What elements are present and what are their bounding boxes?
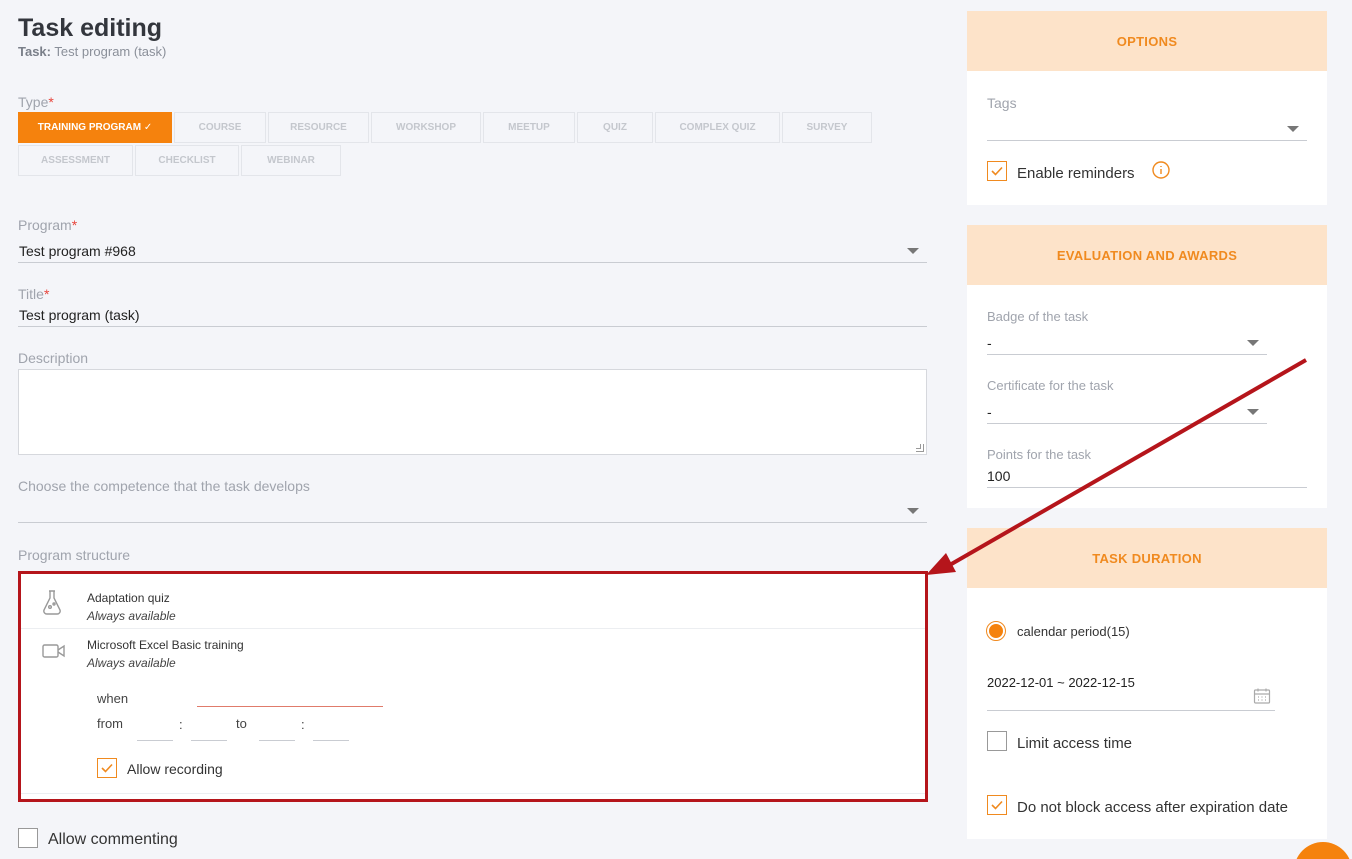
page-title: Task editing [18, 14, 163, 42]
allow-commenting-checkbox[interactable] [18, 828, 38, 848]
title-value: Test program (task) [19, 306, 140, 323]
type-workshop-button[interactable]: WORKSHOP [371, 112, 481, 143]
radio-dot [989, 624, 1003, 638]
points-label: Points for the task [987, 447, 1092, 462]
type-course-button[interactable]: COURSE [174, 112, 266, 143]
structure-item-subtitle: Always available [87, 609, 176, 623]
from-label: from [97, 716, 123, 731]
task-name: Test program (task) [54, 44, 167, 59]
from-hour-input[interactable] [137, 740, 173, 741]
type-training-program-button[interactable]: TRAINING PROGRAM ✓ [18, 112, 172, 143]
enable-reminders-checkbox[interactable] [987, 161, 1007, 181]
calendar-period-radio[interactable] [986, 621, 1006, 641]
type-meetup-button[interactable]: MEETUP [483, 112, 575, 143]
structure-label: Program structure [18, 547, 131, 563]
evaluation-panel: EVALUATION AND AWARDS Badge of the task … [967, 225, 1327, 508]
type-quiz-button[interactable]: QUIZ [577, 112, 653, 143]
allow-commenting-label: Allow commenting [48, 831, 178, 848]
calendar-period-label: calendar period(15) [1017, 624, 1130, 639]
time-colon: : [301, 717, 305, 732]
program-select[interactable]: Test program #968 [18, 239, 927, 263]
allow-recording-checkbox[interactable] [97, 758, 117, 778]
structure-item-title: Microsoft Excel Basic training [87, 638, 244, 652]
duration-panel: TASK DURATION calendar period(15) 2022-1… [967, 528, 1327, 839]
program-structure-panel: Adaptation quiz Always available Microso… [18, 571, 928, 802]
points-input[interactable]: 100 [987, 464, 1307, 488]
badge-value: - [987, 334, 992, 351]
video-camera-icon [41, 641, 67, 666]
calendar-icon[interactable] [1253, 687, 1271, 708]
type-survey-button[interactable]: SURVEY [782, 112, 872, 143]
certificate-select[interactable]: - [987, 400, 1267, 424]
limit-access-checkbox[interactable] [987, 731, 1007, 751]
page-subtitle: Task: Test program (task) [18, 44, 166, 59]
no-block-checkbox[interactable] [987, 795, 1007, 815]
program-value: Test program #968 [19, 242, 136, 259]
to-minute-input[interactable] [313, 740, 349, 741]
options-header: OPTIONS [967, 11, 1327, 71]
structure-item[interactable]: Microsoft Excel Basic training Always av… [21, 629, 925, 794]
date-range-value: 2022-12-01 ~ 2022-12-15 [987, 675, 1135, 690]
description-textarea[interactable] [18, 369, 927, 455]
to-label: to [236, 716, 247, 731]
certificate-value: - [987, 403, 992, 420]
duration-header: TASK DURATION [967, 528, 1327, 588]
type-complex-quiz-button[interactable]: COMPLEX QUIZ [655, 112, 780, 143]
chevron-down-icon [1247, 340, 1259, 346]
options-panel: OPTIONS Tags Enable reminders [967, 11, 1327, 205]
resize-handle-icon[interactable] [916, 444, 924, 452]
badge-select[interactable]: - [987, 331, 1267, 355]
structure-item-title: Adaptation quiz [87, 591, 170, 605]
type-row-2: ASSESSMENT CHECKLIST WEBINAR [18, 145, 341, 176]
competence-label: Choose the competence that the task deve… [18, 478, 310, 494]
flask-icon [41, 589, 63, 620]
certificate-label: Certificate for the task [987, 378, 1114, 393]
chevron-down-icon [1247, 409, 1259, 415]
from-minute-input[interactable] [191, 740, 227, 741]
type-label: Type* [18, 94, 54, 110]
limit-access-label: Limit access time [1017, 735, 1133, 752]
when-label: when [97, 691, 129, 706]
type-assessment-button[interactable]: ASSESSMENT [18, 145, 133, 176]
evaluation-header: EVALUATION AND AWARDS [967, 225, 1327, 285]
competence-select[interactable] [18, 499, 927, 523]
type-checklist-button[interactable]: CHECKLIST [135, 145, 239, 176]
program-label: Program* [18, 217, 78, 233]
time-colon: : [179, 717, 183, 732]
when-input[interactable] [197, 706, 383, 707]
title-label: Title* [18, 286, 50, 302]
task-label: Task: [18, 44, 51, 59]
type-webinar-button[interactable]: WEBINAR [241, 145, 341, 176]
checkmark-icon [991, 166, 1003, 176]
structure-item-subtitle: Always available [87, 656, 176, 670]
structure-item[interactable]: Adaptation quiz Always available [21, 574, 925, 629]
info-icon[interactable] [1152, 161, 1170, 184]
type-row-1: TRAINING PROGRAM ✓ COURSE RESOURCE WORKS… [18, 112, 872, 143]
checkmark-icon [991, 800, 1003, 810]
date-range-input[interactable]: 2022-12-01 ~ 2022-12-15 [987, 675, 1275, 711]
allow-recording-label: Allow recording [127, 761, 223, 777]
description-label: Description [18, 350, 89, 366]
to-hour-input[interactable] [259, 740, 295, 741]
floating-action-button[interactable] [1294, 842, 1352, 859]
type-resource-button[interactable]: RESOURCE [268, 112, 369, 143]
badge-label: Badge of the task [987, 309, 1089, 324]
tags-label: Tags [987, 95, 1017, 111]
checkmark-icon [101, 763, 113, 773]
enable-reminders-label: Enable reminders [1017, 165, 1135, 182]
chevron-down-icon [907, 508, 919, 514]
points-value: 100 [987, 467, 1011, 484]
no-block-label: Do not block access after expiration dat… [1017, 799, 1288, 816]
chevron-down-icon [1287, 126, 1299, 132]
tags-select[interactable] [987, 117, 1307, 141]
chevron-down-icon [907, 248, 919, 254]
title-input[interactable]: Test program (task) [18, 303, 927, 327]
